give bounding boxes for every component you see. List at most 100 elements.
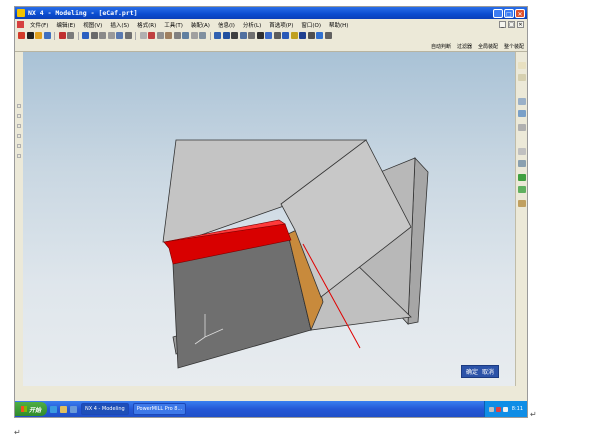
fit-view-icon[interactable]: [82, 32, 89, 39]
subtract-icon[interactable]: [265, 32, 272, 39]
doc-minimize-button[interactable]: _: [499, 21, 506, 28]
antivirus-tray-icon[interactable]: [495, 406, 501, 412]
taskbar-item-powermill-label: PowerMILL Pro 8...: [136, 406, 183, 412]
palette-icon[interactable]: [518, 124, 526, 131]
save-icon[interactable]: [43, 32, 51, 39]
blend-icon[interactable]: [222, 32, 230, 39]
model-view[interactable]: [23, 52, 517, 386]
perspective-icon[interactable]: [116, 32, 123, 39]
start-icon[interactable]: [18, 32, 25, 39]
pan-icon[interactable]: [107, 32, 115, 39]
paragraph-mark-2: ↵: [14, 428, 21, 437]
folder-quicklaunch-icon[interactable]: [60, 405, 68, 413]
move-icon[interactable]: [324, 32, 332, 39]
maximize-button[interactable]: □: [504, 8, 514, 18]
menu-format[interactable]: 格式(R): [133, 21, 160, 29]
title-bar: NX 4 - Modeling - [eCaf.prt] _ □ ✕: [15, 7, 527, 19]
desktop-quicklaunch-icon[interactable]: [70, 405, 78, 413]
select-icon[interactable]: [148, 32, 155, 39]
system-materials-icon[interactable]: [518, 186, 526, 193]
extrude-icon[interactable]: [173, 32, 181, 39]
pattern-icon[interactable]: [282, 32, 289, 39]
menu-window[interactable]: 窗口(O): [297, 21, 325, 29]
arc-icon[interactable]: [17, 114, 21, 118]
history-icon[interactable]: [518, 98, 526, 105]
graphics-viewport[interactable]: 确定 取消: [23, 52, 517, 386]
undo-icon[interactable]: [58, 32, 66, 39]
dialog-button-group: 确定 取消: [460, 365, 499, 378]
edit-feature-icon[interactable]: [299, 32, 306, 39]
ok-button[interactable]: 确定: [466, 367, 478, 376]
mirror-icon[interactable]: [290, 32, 298, 39]
taskbar-item-nx[interactable]: NX 4 - Modeling: [81, 403, 129, 415]
hole-icon[interactable]: [190, 32, 198, 39]
analysis-icon[interactable]: [316, 32, 323, 39]
suppress-icon[interactable]: [307, 32, 315, 39]
measure-icon[interactable]: [214, 32, 221, 39]
layer-icon[interactable]: [139, 32, 147, 39]
process-studio-icon[interactable]: [518, 160, 526, 167]
ie-quicklaunch-icon[interactable]: [50, 405, 58, 413]
windows-logo-icon: [21, 406, 27, 412]
sketch-icon[interactable]: [165, 32, 172, 39]
infer-type-dropdown[interactable]: 自动判断: [428, 43, 454, 50]
menu-analysis[interactable]: 分析(L): [239, 21, 265, 29]
main-toolbar: [15, 30, 527, 41]
filter-dropdown[interactable]: 过滤器: [454, 43, 475, 50]
volume-tray-icon[interactable]: [502, 406, 508, 412]
start-button[interactable]: 开始: [15, 402, 48, 416]
doc-restore-button[interactable]: □: [508, 21, 515, 28]
menu-bar: 文件(F) 编辑(E) 视图(V) 插入(S) 格式(R) 工具(T) 装配(A…: [15, 19, 527, 30]
unite-icon[interactable]: [256, 32, 264, 39]
offset-icon[interactable]: [17, 154, 21, 158]
taskbar-item-powermill[interactable]: PowerMILL Pro 8...: [132, 403, 187, 415]
clock: 8:11: [511, 406, 523, 412]
spline-icon[interactable]: [17, 144, 21, 148]
revolve-icon[interactable]: [182, 32, 189, 39]
selection-toolbar: 自动判断 过滤器 全局装配 整个装配: [15, 41, 527, 52]
zoom-icon[interactable]: [90, 32, 98, 39]
wcs-icon[interactable]: [156, 32, 164, 39]
intersect-icon[interactable]: [273, 32, 281, 39]
document-icon: [17, 21, 24, 28]
resource-bar: [515, 52, 527, 386]
minimize-button[interactable]: _: [493, 8, 503, 18]
taskbar: 开始 NX 4 - Modeling PowerMILL Pro 8... 8:…: [15, 401, 527, 417]
web-browser-icon[interactable]: [518, 110, 526, 117]
roles-icon[interactable]: [518, 174, 526, 181]
menu-assemblies[interactable]: 装配(A): [187, 21, 214, 29]
menu-view[interactable]: 视图(V): [79, 21, 106, 29]
part-navigator-icon[interactable]: [518, 74, 526, 81]
menu-information[interactable]: 信息(I): [214, 21, 239, 29]
trim-icon[interactable]: [248, 32, 255, 39]
point-icon[interactable]: [17, 124, 21, 128]
open-icon[interactable]: [35, 32, 42, 39]
close-button[interactable]: ✕: [515, 8, 525, 18]
network-tray-icon[interactable]: [488, 406, 494, 412]
hd3d-tools-icon[interactable]: [518, 200, 526, 207]
menu-preferences[interactable]: 首选项(P): [265, 21, 297, 29]
menu-file[interactable]: 文件(F): [26, 21, 52, 29]
reuse-library-icon[interactable]: [518, 148, 526, 155]
circle-icon[interactable]: [17, 134, 21, 138]
global-assembly-dropdown[interactable]: 全局装配: [475, 43, 501, 50]
whole-assembly-dropdown[interactable]: 整个装配: [501, 43, 527, 50]
cancel-button[interactable]: 取消: [482, 367, 494, 376]
new-icon[interactable]: [26, 32, 34, 39]
boss-icon[interactable]: [199, 32, 206, 39]
shell-icon[interactable]: [239, 32, 247, 39]
start-label: 开始: [29, 406, 42, 414]
chamfer-icon[interactable]: [231, 32, 238, 39]
shaded-icon[interactable]: [124, 32, 132, 39]
taskbar-item-nx-label: NX 4 - Modeling: [85, 406, 125, 412]
rotate-icon[interactable]: [99, 32, 106, 39]
cut-icon[interactable]: [67, 32, 74, 39]
menu-tools[interactable]: 工具(T): [160, 21, 187, 29]
assembly-navigator-icon[interactable]: [518, 62, 526, 69]
doc-close-button[interactable]: ✕: [517, 21, 524, 28]
line-icon[interactable]: [17, 104, 21, 108]
menu-edit[interactable]: 编辑(E): [52, 21, 79, 29]
menu-help[interactable]: 帮助(H): [325, 21, 352, 29]
left-toolstrip: [15, 52, 23, 386]
menu-insert[interactable]: 插入(S): [106, 21, 133, 29]
